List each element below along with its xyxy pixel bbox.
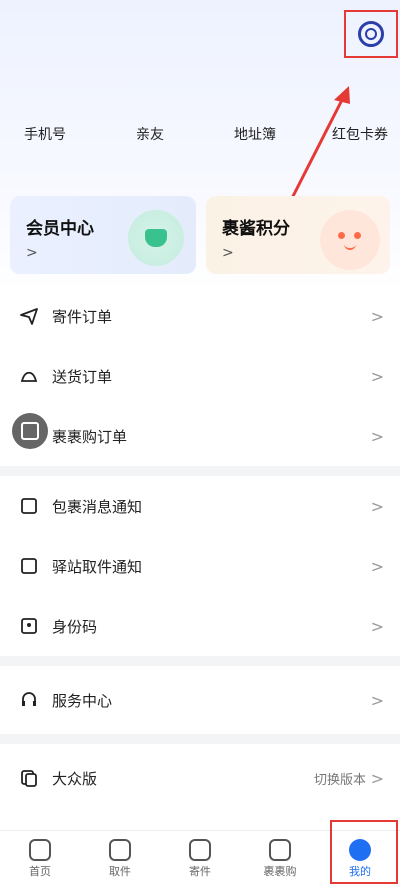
menu-label: 送货订单	[52, 367, 113, 386]
menu-label: 大众版	[52, 769, 98, 788]
tab-label: 我的	[349, 864, 371, 878]
home-icon	[29, 838, 51, 861]
menu-item-version-switch[interactable]: 大众版 切换版本 >	[0, 748, 400, 808]
section-divider	[0, 466, 400, 476]
menu-item-station-notice[interactable]: 驿站取件通知 >	[0, 536, 400, 596]
menu-item-package-notice[interactable]: 包裹消息通知 >	[0, 476, 400, 536]
tab-home[interactable]: 首页	[0, 831, 80, 886]
bottom-tab-bar: 首页 取件 寄件 裹裹购 我的	[0, 830, 400, 886]
delivery-icon	[18, 365, 40, 387]
menu-group-version: 大众版 切换版本 >	[0, 748, 400, 808]
id-code-icon	[18, 615, 40, 637]
menu-label: 身份码	[52, 617, 98, 636]
menu-group-notices: 包裹消息通知 > 驿站取件通知 > 身份码 >	[0, 476, 400, 656]
floating-assistant-icon[interactable]	[12, 413, 48, 449]
quick-link-friends[interactable]: 亲友	[136, 124, 164, 144]
chevron-right-icon: >	[370, 366, 384, 386]
menu-group-service: 服务中心 >	[0, 670, 400, 730]
menu-item-delivery-orders[interactable]: 送货订单 >	[0, 346, 400, 406]
menu-item-id-code[interactable]: 身份码 >	[0, 596, 400, 656]
section-divider	[0, 734, 400, 744]
send-icon	[18, 305, 40, 327]
chevron-right-icon: >	[370, 426, 384, 446]
menu-item-send-orders[interactable]: 寄件订单 >	[0, 286, 400, 346]
chevron-right-icon: >	[370, 616, 384, 636]
quick-link-addressbook[interactable]: 地址簿	[234, 124, 276, 144]
send-icon	[189, 838, 211, 861]
quick-links: 手机号 亲友 地址簿 红包卡券	[0, 124, 400, 146]
menu-label: 驿站取件通知	[52, 557, 143, 576]
chevron-right-icon: >	[370, 690, 384, 710]
vip-center-card[interactable]: 会员中心 >	[10, 196, 196, 274]
menu-label: 裹裹购订单	[52, 427, 128, 446]
menu-group-orders: 寄件订单 > 送货订单 > 裹裹购订单 >	[0, 286, 400, 466]
settings-button[interactable]	[344, 10, 398, 58]
package-notice-icon	[18, 495, 40, 517]
chevron-right-icon: >	[370, 306, 384, 326]
tab-label: 寄件	[189, 864, 211, 878]
shop-icon	[269, 838, 291, 861]
tab-label: 裹裹购	[263, 864, 297, 878]
vip-heart-icon	[128, 210, 184, 266]
headset-icon	[18, 689, 40, 711]
pickup-icon	[109, 838, 131, 861]
tab-mine[interactable]: 我的	[320, 831, 400, 886]
points-face-icon	[320, 210, 380, 270]
settings-gear-icon	[358, 21, 384, 47]
section-divider	[0, 656, 400, 666]
chevron-right-icon: >	[370, 768, 384, 788]
chevron-right-icon: >	[370, 556, 384, 576]
mode-icon	[18, 767, 40, 789]
chevron-right-icon: >	[370, 496, 384, 516]
switch-version-text: 切换版本	[313, 772, 366, 788]
menu-label: 寄件订单	[52, 307, 113, 326]
menu-label: 服务中心	[52, 691, 113, 710]
tab-pickup[interactable]: 取件	[80, 831, 160, 886]
menu-item-service-center[interactable]: 服务中心 >	[0, 670, 400, 730]
menu-label: 包裹消息通知	[52, 497, 143, 516]
tab-label: 首页	[29, 864, 51, 878]
quick-link-phone[interactable]: 手机号	[24, 124, 66, 144]
tab-shop[interactable]: 裹裹购	[240, 831, 320, 886]
station-icon	[18, 555, 40, 577]
tab-send[interactable]: 寄件	[160, 831, 240, 886]
points-card[interactable]: 裹酱积分 >	[206, 196, 390, 274]
tab-label: 取件	[109, 864, 131, 878]
menu-item-shop-orders[interactable]: 裹裹购订单 >	[0, 406, 400, 466]
quick-link-coupons[interactable]: 红包卡券	[332, 124, 388, 144]
cards-row: 会员中心 > 裹酱积分 >	[10, 196, 390, 274]
mine-icon	[349, 838, 371, 861]
